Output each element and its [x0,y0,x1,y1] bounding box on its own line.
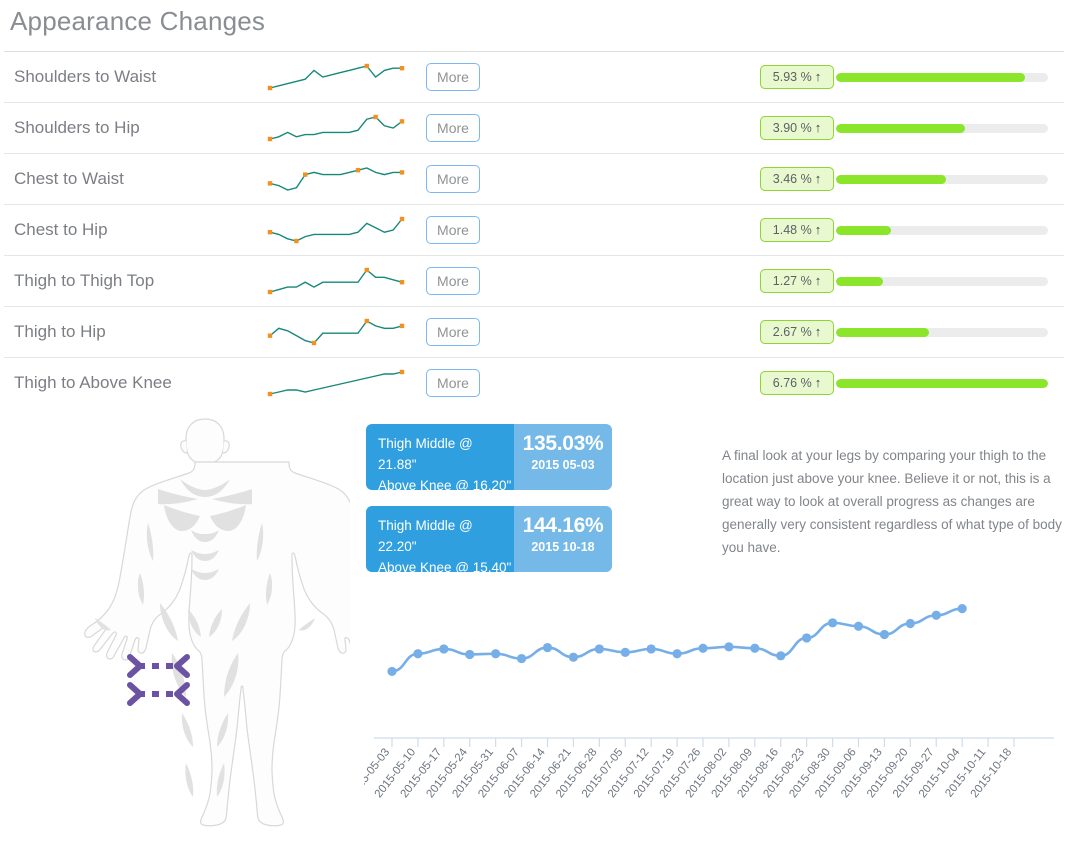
progress-bar-fill [836,276,883,286]
progress-bar-fill [836,174,947,184]
percent-value: 3.46 % [772,172,812,186]
percent-badge: 3.90 % ↑ [760,116,834,140]
measurement-row: Thigh to Above Knee More 6.76 % ↑ [4,358,1064,408]
arrow-up-icon: ↑ [814,119,822,135]
percent-badge: 1.48 % ↑ [760,218,834,242]
more-button[interactable]: More [426,369,480,397]
page-title: Appearance Changes [10,6,266,36]
comparison-cards: Thigh Middle @ 21.88" Above Knee @ 16.20"… [366,424,616,588]
percent-value: 2.67 % [772,325,812,339]
comparison-card: Thigh Middle @ 21.88" Above Knee @ 16.20"… [366,424,612,490]
progress-group: 1.48 % ↑ [522,218,1064,242]
more-button[interactable]: More [426,165,480,193]
progress-bar-track [836,276,1048,286]
sparkline-chart [266,213,414,247]
sparkline-chart [266,366,414,400]
measurement-label: Shoulders to Hip [14,118,140,137]
percent-value: 1.48 % [772,223,812,237]
card-line-2: Above Knee @ 16.20" [378,478,512,490]
progress-bar-track [836,327,1048,337]
card-percent: 144.16% [522,514,604,537]
body-diagram-icon [60,413,400,833]
measurement-row: Shoulders to Waist More 5.93 % ↑ [4,52,1064,103]
progress-bar-track [836,174,1048,184]
progress-group: 5.93 % ↑ [522,65,1064,89]
progress-bar-track [836,72,1048,82]
more-button[interactable]: More [426,216,480,244]
arrow-up-icon: ↑ [814,323,822,339]
progress-line-chart: 2015-05-03 2015-05-10 2015-05-17 2015-05-24… [364,588,1064,848]
progress-group: 6.76 % ↑ [522,371,1064,395]
arrow-up-icon: ↑ [814,221,822,237]
progress-bar-fill [836,123,966,133]
sparkline-chart [266,162,414,196]
card-line-1: Thigh Middle @ 21.88" [378,436,473,472]
card-date: 2015 05-03 [531,458,595,472]
arrow-up-icon: ↑ [814,374,822,390]
measurement-rows: Shoulders to Waist More 5.93 % ↑ Shoulders t… [0,52,1068,408]
more-button[interactable]: More [426,267,480,295]
more-button[interactable]: More [426,114,480,142]
more-button-wrap: More [414,165,522,193]
card-date: 2015 10-18 [531,540,595,554]
more-button[interactable]: More [426,318,480,346]
percent-value: 6.76 % [772,376,812,390]
percent-badge: 6.76 % ↑ [760,371,834,395]
percent-value: 3.90 % [772,121,812,135]
progress-bar-fill [836,327,930,337]
sparkline-chart [266,111,414,145]
card-measurements: Thigh Middle @ 21.88" Above Knee @ 16.20" [366,424,514,490]
progress-bar-track [836,123,1048,133]
measurement-label: Thigh to Hip [14,322,106,341]
progress-bar-fill [836,72,1025,82]
measurement-label: Shoulders to Waist [14,67,157,86]
arrow-up-icon: ↑ [814,68,822,84]
measurement-row: Thigh to Thigh Top More 1.27 % ↑ [4,256,1064,307]
percent-value: 5.93 % [772,70,812,84]
more-button-wrap: More [414,267,522,295]
more-button-wrap: More [414,369,522,397]
measurement-row: Thigh to Hip More 2.67 % ↑ [4,307,1064,358]
card-line-2: Above Knee @ 15.40" [378,560,512,572]
more-button-wrap: More [414,216,522,244]
progress-bar-fill [836,225,892,235]
progress-bar-track [836,378,1048,388]
progress-group: 3.46 % ↑ [522,167,1064,191]
progress-bar-fill [836,378,1048,388]
measurement-row: Shoulders to Hip More 3.90 % ↑ [4,103,1064,154]
progress-group: 2.67 % ↑ [522,320,1064,344]
measurement-row: Chest to Hip More 1.48 % ↑ [4,205,1064,256]
more-button[interactable]: More [426,63,480,91]
measurement-label: Thigh to Thigh Top [14,271,155,290]
comparison-card: Thigh Middle @ 22.20" Above Knee @ 15.40"… [366,506,612,572]
card-ratio: 144.16% 2015 10-18 [514,506,612,572]
progress-group: 1.27 % ↑ [522,269,1064,293]
sparkline-chart [266,60,414,94]
detail-section: Thigh Middle @ 21.88" Above Knee @ 16.20"… [0,408,1068,848]
sparkline-chart [266,264,414,298]
arrow-up-icon: ↑ [814,170,822,186]
more-button-wrap: More [414,114,522,142]
percent-badge: 5.93 % ↑ [760,65,834,89]
card-measurements: Thigh Middle @ 22.20" Above Knee @ 15.40" [366,506,514,572]
measurement-label: Thigh to Above Knee [14,373,172,392]
measurement-row: Chest to Waist More 3.46 % ↑ [4,154,1064,205]
percent-badge: 2.67 % ↑ [760,320,834,344]
measurement-label: Chest to Waist [14,169,124,188]
percent-value: 1.27 % [772,274,812,288]
percent-badge: 1.27 % ↑ [760,269,834,293]
card-percent: 135.03% [522,432,604,455]
arrow-up-icon: ↑ [814,272,822,288]
sparkline-chart [266,315,414,349]
card-ratio: 135.03% 2015 05-03 [514,424,612,490]
percent-badge: 3.46 % ↑ [760,167,834,191]
more-button-wrap: More [414,318,522,346]
description-text: A final look at your legs by comparing y… [722,447,1062,555]
measurement-label: Chest to Hip [14,220,108,239]
more-button-wrap: More [414,63,522,91]
card-line-1: Thigh Middle @ 22.20" [378,518,473,554]
progress-bar-track [836,225,1048,235]
progress-group: 3.90 % ↑ [522,116,1064,140]
